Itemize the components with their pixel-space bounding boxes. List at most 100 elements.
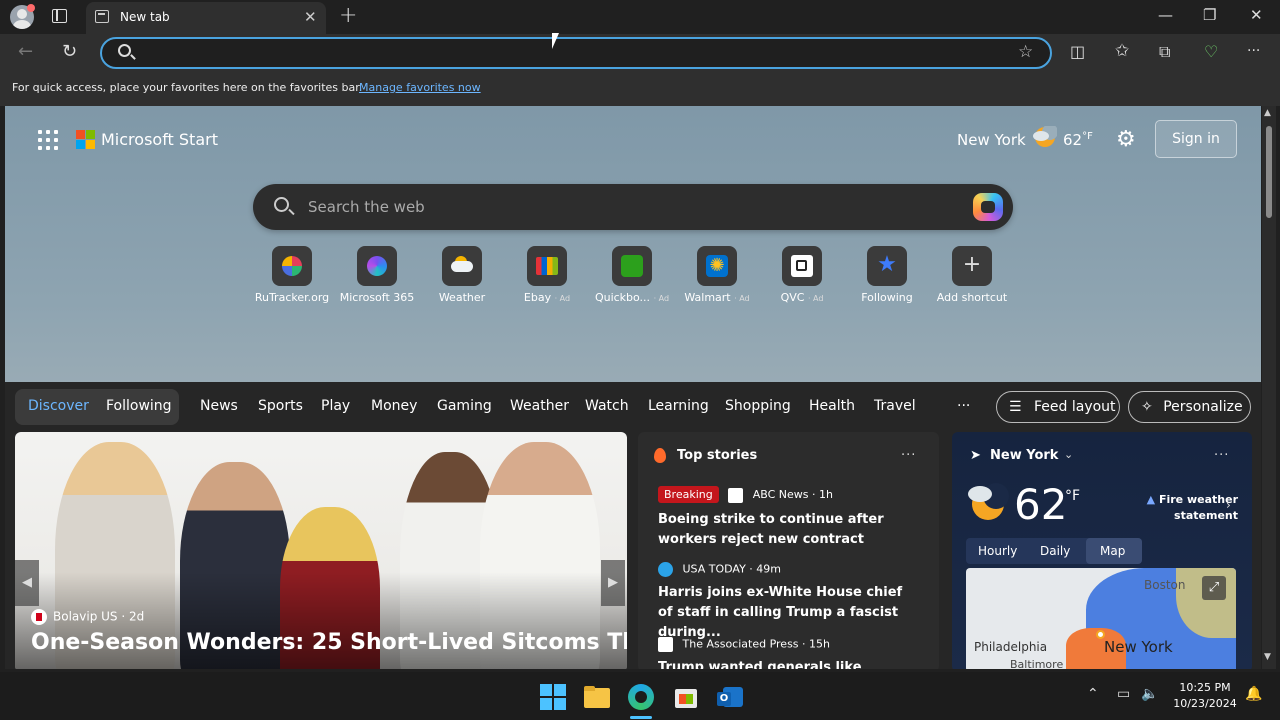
scroll-down-icon[interactable]: ▼ [1264, 652, 1271, 662]
tab-learning[interactable]: Learning [648, 398, 709, 414]
shortcut-ebay[interactable]: Ebay · Ad [502, 246, 592, 304]
shortcut-label: Following [861, 291, 913, 304]
chevron-right-icon[interactable]: › [1226, 498, 1231, 512]
shortcut-following[interactable]: ★ Following [842, 246, 932, 304]
favorites-icon[interactable]: ✩ [1115, 41, 1129, 61]
news-feed: Discover Following News Sports Play Mone… [5, 382, 1261, 669]
hero-title[interactable]: One-Season Wonders: 25 Short-Lived Sitco… [31, 630, 627, 655]
web-search-input[interactable] [308, 196, 948, 218]
close-window-button[interactable]: ✕ [1250, 6, 1263, 24]
weather-card-location[interactable]: New York [990, 448, 1058, 463]
tab-actions-icon[interactable] [52, 9, 67, 23]
new-tab-button[interactable]: + [339, 3, 357, 28]
tab-following[interactable]: Following [106, 398, 172, 414]
browser-toolbar: ← ↻ ☆ ◫ ✩ ⧉ ♡ ··· [0, 34, 1280, 72]
copilot-icon[interactable] [973, 193, 1003, 221]
shortcut-weather[interactable]: Weather [417, 246, 507, 304]
address-bar[interactable]: ☆ [100, 37, 1052, 69]
tab-shopping[interactable]: Shopping [725, 398, 791, 414]
tab-money[interactable]: Money [371, 398, 417, 414]
tab-gaming[interactable]: Gaming [437, 398, 492, 414]
shortcut-rutracker[interactable]: RuTracker.org [247, 246, 337, 304]
address-input[interactable] [142, 43, 1002, 63]
volume-icon[interactable]: 🔈 [1141, 686, 1158, 702]
tab-sports[interactable]: Sports [258, 398, 303, 414]
story-title[interactable]: Boeing strike to continue after workers … [658, 510, 918, 550]
expand-map-icon[interactable]: ⤢ [1202, 576, 1226, 600]
refresh-icon[interactable]: ↻ [62, 41, 77, 62]
notification-bell-icon[interactable]: 🔔 [1245, 686, 1262, 702]
shortcut-add[interactable]: + Add shortcut [927, 246, 1017, 304]
split-screen-icon[interactable]: ◫ [1070, 42, 1085, 61]
chevron-up-icon[interactable]: ⌃ [1087, 686, 1099, 702]
story-title[interactable]: Trump wanted generals like Hitler's and.… [658, 658, 918, 669]
hero-source[interactable]: Bolavip US · 2d [31, 609, 144, 625]
weather-location[interactable]: New York [957, 131, 1026, 149]
fire-weather-alert[interactable]: ▲ Fire weather statement [1128, 492, 1238, 524]
sliders-icon: ☰ [1009, 399, 1022, 415]
tab-title: New tab [120, 10, 170, 24]
page-scrollbar[interactable]: ▲ ▼ [1262, 106, 1276, 669]
shortcut-walmart[interactable]: ✺ Walmart · Ad [672, 246, 762, 304]
network-icon[interactable]: ▭ [1117, 686, 1130, 702]
tab-play[interactable]: Play [321, 398, 350, 414]
tab-daily[interactable]: Daily [1040, 544, 1070, 558]
tab-weather[interactable]: Weather [510, 398, 569, 414]
weather-map[interactable]: Boston Philadelphia New York Baltimore ⤢ [966, 568, 1236, 669]
top-stories-more-button[interactable]: ··· [901, 448, 916, 463]
shortcut-microsoft-365[interactable]: Microsoft 365 [332, 246, 422, 304]
hero-card[interactable]: ◀ ▶ Bolavip US · 2d One-Season Wonders: … [15, 432, 627, 669]
sign-in-button[interactable]: Sign in [1155, 120, 1237, 158]
brand-title[interactable]: Microsoft Start [101, 130, 218, 149]
system-clock[interactable]: 10:25 PM 10/23/2024 [1170, 680, 1240, 712]
rutracker-icon [272, 246, 312, 286]
favorites-bar: For quick access, place your favorites h… [0, 72, 1280, 106]
tab-news[interactable]: News [200, 398, 238, 414]
microsoft-store-icon[interactable] [673, 684, 699, 710]
chevron-down-icon[interactable]: ⌄ [1064, 448, 1073, 461]
edge-icon[interactable] [628, 684, 654, 710]
feed-layout-button[interactable]: ☰ Feed layout [996, 391, 1120, 423]
tab-travel[interactable]: Travel [874, 398, 916, 414]
windows-start-icon[interactable] [540, 684, 566, 710]
tab-close-button[interactable]: ✕ [304, 8, 317, 26]
fire-alert-icon: ▲ [1146, 493, 1159, 506]
gear-icon[interactable]: ⚙ [1116, 127, 1136, 152]
favorite-star-icon[interactable]: ☆ [1018, 42, 1033, 62]
scrollbar-thumb[interactable] [1266, 126, 1272, 218]
back-arrow-icon[interactable]: ← [18, 41, 33, 62]
tab-new-tab[interactable]: New tab ✕ [86, 2, 326, 34]
tab-map[interactable]: Map [1100, 544, 1125, 558]
tab-discover[interactable]: Discover [28, 398, 89, 414]
new-tab-page: Microsoft Start New York 62°F ⚙ Sign in … [5, 106, 1261, 669]
weather-more-button[interactable]: ··· [1214, 448, 1229, 463]
hero-prev-button[interactable]: ◀ [15, 560, 39, 606]
settings-more-icon[interactable]: ··· [1247, 43, 1260, 59]
personalize-button[interactable]: ✧ Personalize [1128, 391, 1251, 423]
minimize-button[interactable]: — [1158, 6, 1173, 24]
more-categories-button[interactable]: ··· [957, 398, 970, 414]
weather-card-temperature: 62 [1014, 480, 1068, 529]
app-launcher-icon[interactable] [38, 130, 58, 150]
manage-favorites-link[interactable]: Manage favorites now [359, 81, 481, 94]
moon-cloud-icon [1033, 126, 1057, 147]
story-title[interactable]: Harris joins ex-White House chief of sta… [658, 583, 918, 643]
tab-hourly[interactable]: Hourly [978, 544, 1017, 558]
breaking-badge: Breaking [658, 486, 719, 503]
shortcut-qvc[interactable]: QVC · Ad [757, 246, 847, 304]
scroll-up-icon[interactable]: ▲ [1264, 108, 1271, 118]
tab-watch[interactable]: Watch [585, 398, 629, 414]
personalize-label: Personalize [1163, 399, 1243, 415]
weather-card[interactable]: ➤ New York ⌄ ··· 62 °F ▲ Fire weather st… [952, 432, 1252, 669]
outlook-icon[interactable]: O [717, 684, 743, 710]
header-temperature[interactable]: 62°F [1063, 131, 1093, 149]
shortcut-label: Walmart · Ad [684, 291, 750, 304]
file-explorer-icon[interactable] [584, 684, 610, 710]
hero-next-button[interactable]: ▶ [601, 560, 625, 606]
collections-icon[interactable]: ⧉ [1159, 42, 1170, 62]
browser-essentials-icon[interactable]: ♡ [1204, 42, 1218, 61]
maximize-button[interactable]: ❐ [1203, 6, 1216, 24]
web-search-box[interactable] [253, 184, 1013, 230]
tab-health[interactable]: Health [809, 398, 855, 414]
shortcut-quickbooks[interactable]: Quickbo... · Ad [587, 246, 677, 304]
